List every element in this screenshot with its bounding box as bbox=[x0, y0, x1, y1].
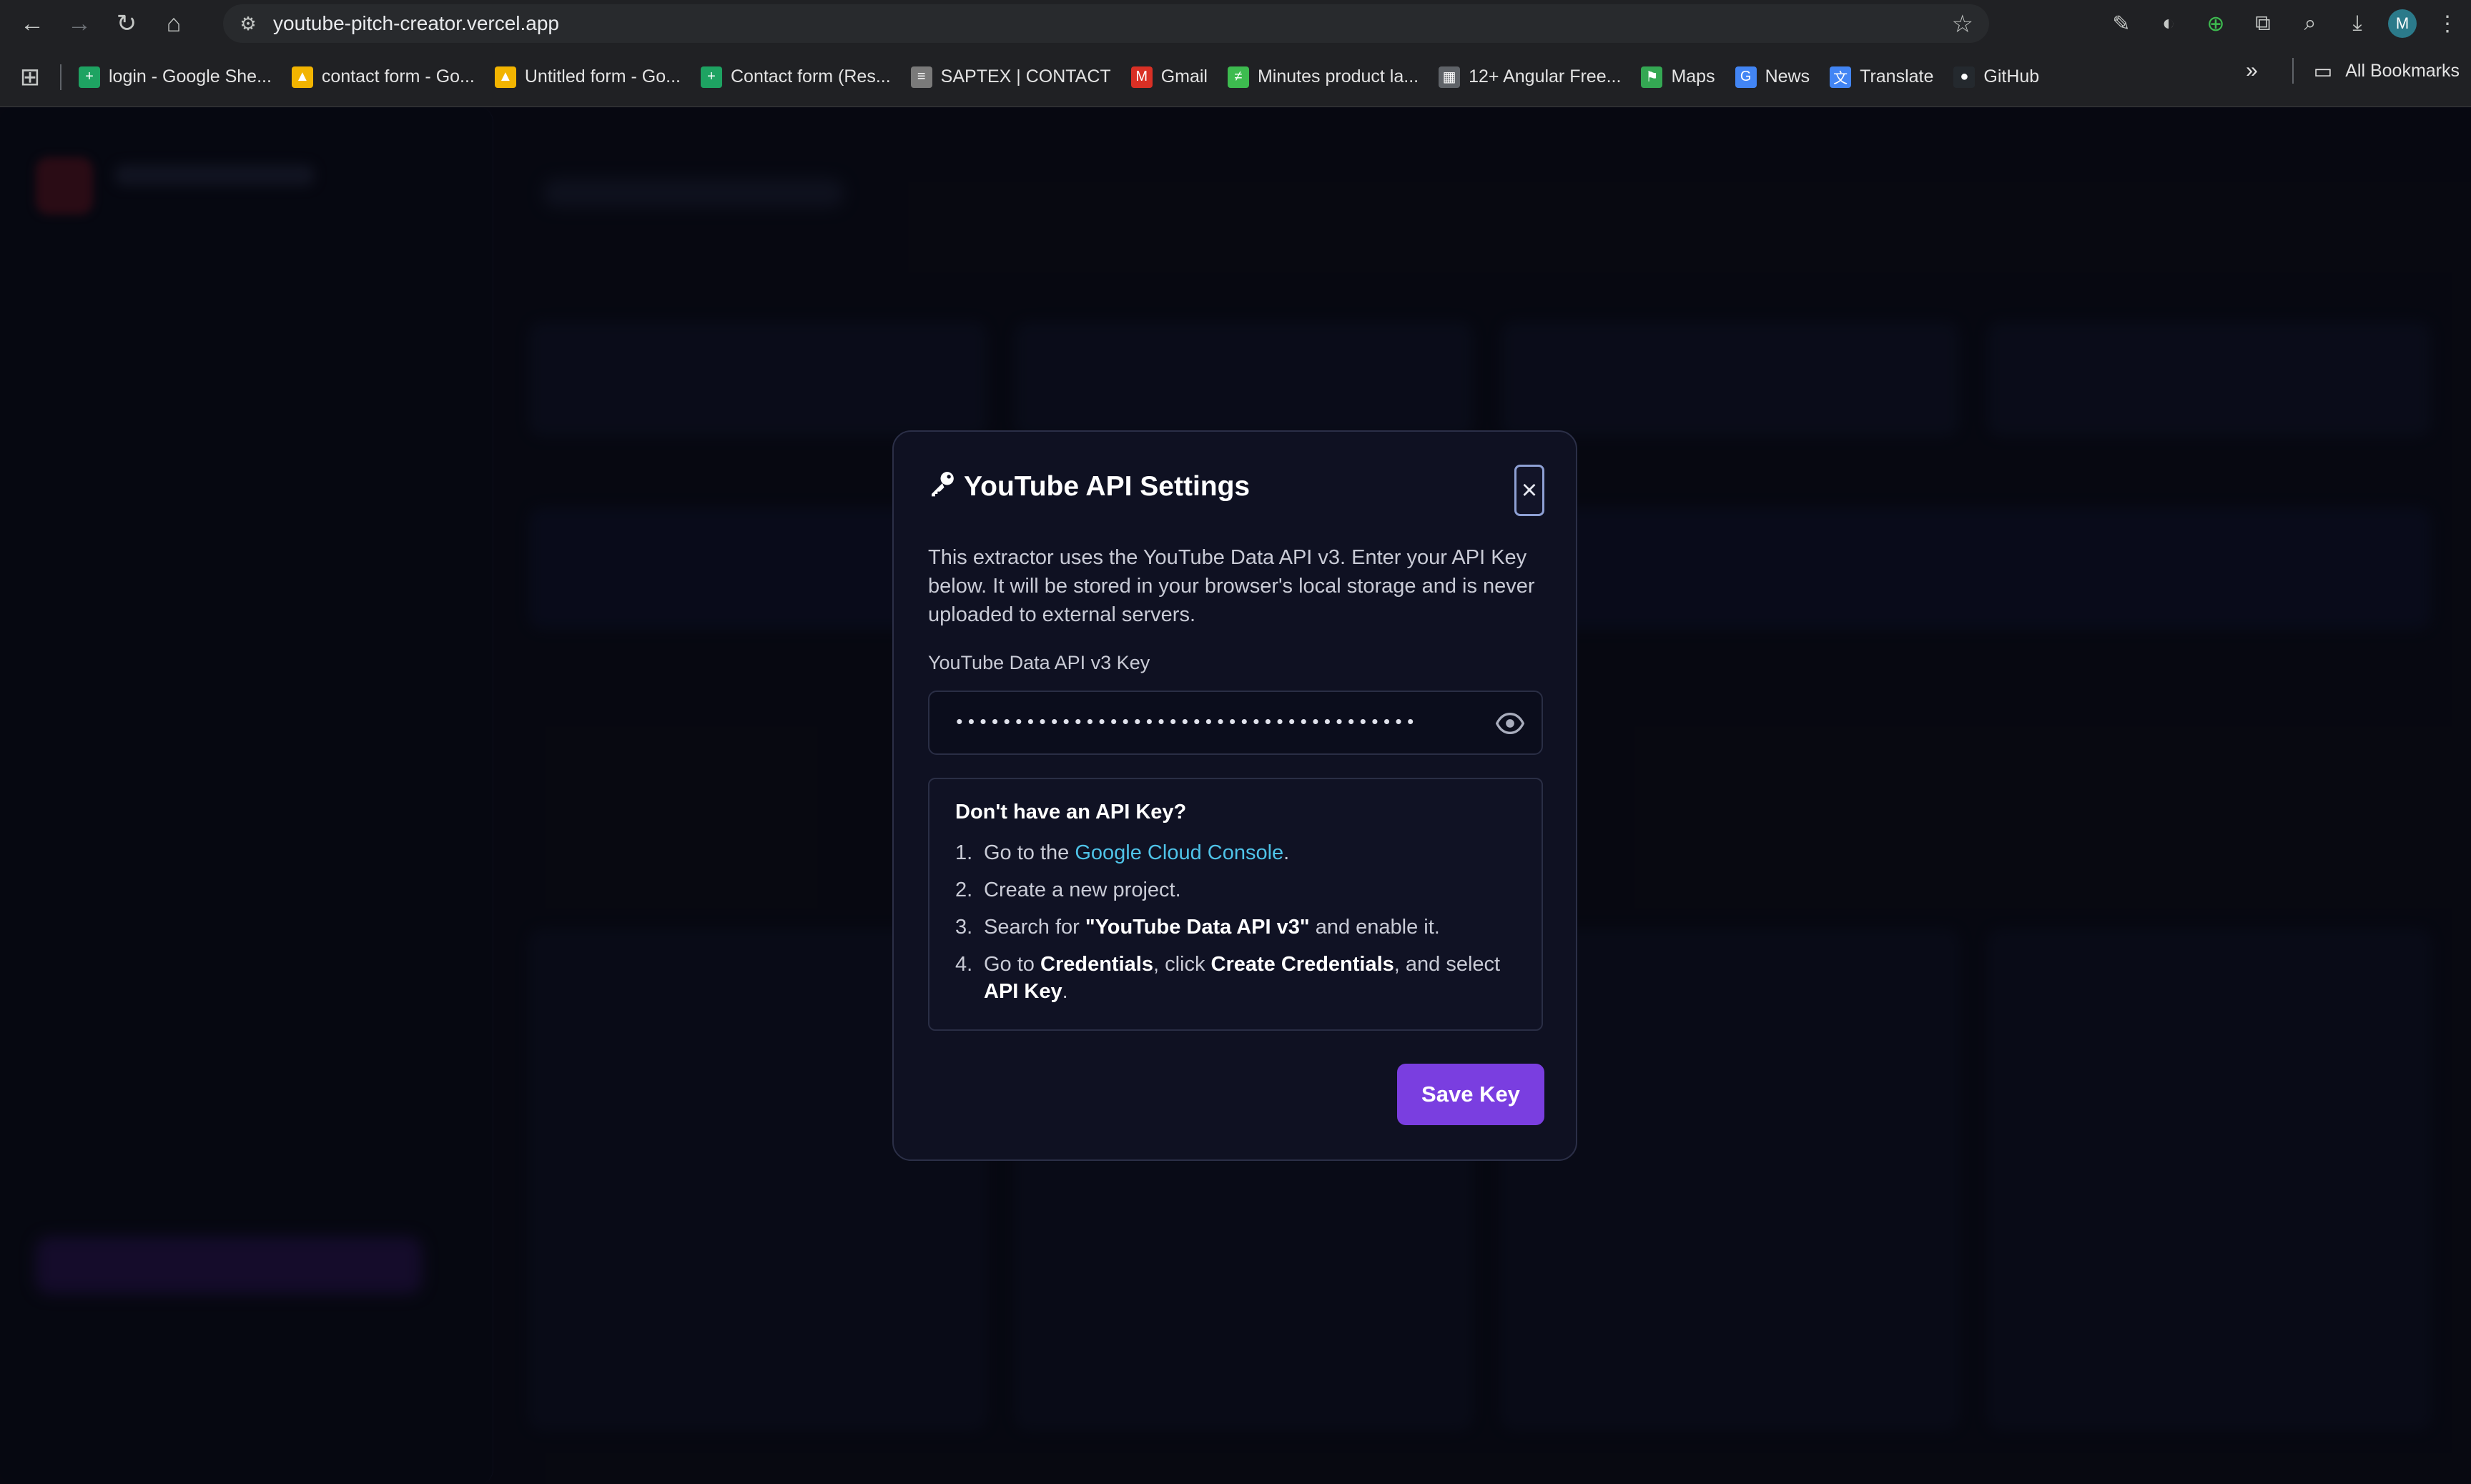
bookmark-item[interactable]: ▦ 12+ Angular Free... bbox=[1429, 58, 1631, 97]
address-bar[interactable]: ⚙ youtube-pitch-creator.vercel.app ☆ bbox=[223, 4, 1989, 43]
saptex-icon: ≡ bbox=[910, 66, 932, 88]
menu-kebab-icon[interactable]: ⋮ bbox=[2431, 7, 2464, 40]
bookmarks-divider-right bbox=[2292, 58, 2294, 84]
bookmark-item[interactable]: ⚑ Maps bbox=[1631, 58, 1725, 97]
api-key-input[interactable] bbox=[928, 691, 1543, 755]
reload-icon[interactable]: ↻ bbox=[103, 0, 150, 47]
modal-description: This extractor uses the YouTube Data API… bbox=[928, 546, 1535, 626]
github-icon: ● bbox=[1953, 66, 1976, 88]
template-icon: ▦ bbox=[1439, 66, 1461, 88]
site-settings-icon[interactable]: ⚙ bbox=[223, 4, 273, 43]
key-icon bbox=[928, 469, 957, 505]
help-step: 1. Go to the Google Cloud Console. bbox=[955, 841, 1290, 864]
bookmarks-bar: ⊞ + login - Google She... ▲ contact form - … bbox=[0, 47, 2471, 107]
profile-avatar[interactable]: M bbox=[2388, 9, 2417, 38]
browser-toolbar: ← → ↻ ⌂ ⚙ youtube-pitch-creator.vercel.a… bbox=[0, 0, 2471, 47]
bookmark-item[interactable]: + login - Google She... bbox=[69, 58, 282, 97]
bookmark-item[interactable]: M Gmail bbox=[1121, 58, 1218, 97]
back-icon[interactable]: ← bbox=[9, 0, 56, 47]
maps-icon: ⚑ bbox=[1641, 66, 1663, 88]
bookmark-item[interactable]: ≡ SAPTEX | CONTACT bbox=[901, 58, 1121, 97]
extensions-area: ✎ ◐ ⊕ ⧉ ⌕ ⤓ M ⋮ bbox=[2105, 0, 2464, 47]
home-icon[interactable]: ⌂ bbox=[150, 0, 197, 47]
google-cloud-console-link[interactable]: Google Cloud Console bbox=[1075, 841, 1283, 864]
bookmark-item[interactable]: ▲ contact form - Go... bbox=[282, 58, 485, 97]
sheets-icon: + bbox=[701, 66, 722, 88]
bookmark-label: contact form - Go... bbox=[321, 66, 475, 86]
bookmark-label: Contact form (Res... bbox=[731, 66, 891, 86]
bookmark-label: login - Google She... bbox=[109, 66, 272, 86]
api-key-label: YouTube Data API v3 Key bbox=[928, 652, 1150, 673]
help-step: 4. Go to Credentials, click Create Crede… bbox=[955, 953, 1501, 1003]
folder-icon[interactable]: ▭ bbox=[2314, 59, 2332, 83]
bookmark-item[interactable]: 文 Translate bbox=[1820, 58, 1943, 97]
help-title: Don't have an API Key? bbox=[955, 801, 1187, 823]
gmail-icon: M bbox=[1130, 66, 1153, 88]
circle-extension-icon[interactable]: ◐ bbox=[2152, 7, 2185, 40]
modal-title: YouTube API Settings bbox=[928, 469, 1250, 505]
toggle-visibility-eye-icon[interactable] bbox=[1496, 709, 1524, 738]
help-step: 3. Search for "YouTube Data API v3" and … bbox=[955, 916, 1440, 939]
bookmark-item[interactable]: ● GitHub bbox=[1943, 58, 2049, 97]
bookmark-star-icon[interactable]: ☆ bbox=[1952, 10, 1973, 39]
bookmark-label: GitHub bbox=[1983, 66, 2040, 86]
bookmark-item[interactable]: ▲ Untitled form - Go... bbox=[485, 58, 691, 97]
plus-extension-icon[interactable]: ⊕ bbox=[2199, 7, 2232, 40]
bookmark-label: Untitled form - Go... bbox=[524, 66, 681, 86]
bookmark-label: Translate bbox=[1860, 66, 1934, 86]
bookmarks-right: » ▭ All Bookmarks bbox=[2246, 58, 2460, 84]
sheets-icon: + bbox=[79, 66, 100, 88]
download-icon[interactable]: ⤓ bbox=[2341, 7, 2374, 40]
tab-search-icon[interactable]: ⌕ bbox=[2294, 7, 2327, 40]
modal-title-text: YouTube API Settings bbox=[964, 471, 1251, 502]
close-button[interactable]: × bbox=[1514, 465, 1544, 516]
help-box: Don't have an API Key? 1. Go to the Goog… bbox=[928, 778, 1543, 1031]
bookmarks-divider bbox=[60, 64, 61, 90]
save-key-button[interactable]: Save Key bbox=[1397, 1064, 1544, 1125]
bookmark-label: Maps bbox=[1671, 66, 1715, 86]
extensions-puzzle-icon[interactable]: ⧉ bbox=[2246, 7, 2279, 40]
forward-icon[interactable]: → bbox=[56, 0, 103, 47]
bookmark-item[interactable]: ≠ Minutes product la... bbox=[1218, 58, 1429, 97]
bookmark-list: + login - Google She... ▲ contact form - Go… bbox=[69, 58, 2049, 97]
bookmark-item[interactable]: G News bbox=[1725, 58, 1820, 97]
api-settings-modal: YouTube API Settings × This extractor us… bbox=[892, 430, 1577, 1161]
bookmark-label: News bbox=[1765, 66, 1810, 86]
apps-grid-icon[interactable]: ⊞ bbox=[14, 61, 46, 93]
help-step: 2. Create a new project. bbox=[955, 879, 1181, 901]
translate-icon: 文 bbox=[1830, 66, 1852, 88]
drive-icon: ▲ bbox=[291, 66, 313, 88]
url-text[interactable]: youtube-pitch-creator.vercel.app bbox=[273, 12, 559, 35]
all-bookmarks-link[interactable]: All Bookmarks bbox=[2345, 61, 2460, 81]
bookmark-item[interactable]: + Contact form (Res... bbox=[691, 58, 901, 97]
pen-extension-icon[interactable]: ✎ bbox=[2105, 7, 2138, 40]
drive-icon: ▲ bbox=[494, 66, 516, 88]
more-bookmarks-icon[interactable]: » bbox=[2246, 59, 2258, 83]
news-icon: G bbox=[1735, 66, 1757, 88]
bookmark-label: SAPTEX | CONTACT bbox=[940, 66, 1111, 86]
bookmark-label: Minutes product la... bbox=[1257, 66, 1419, 86]
bookmark-label: Gmail bbox=[1160, 66, 1208, 86]
bookmark-label: 12+ Angular Free... bbox=[1469, 66, 1622, 86]
minutes-icon: ≠ bbox=[1227, 66, 1249, 88]
help-steps: 1. Go to the Google Cloud Console. 2. Cr… bbox=[955, 839, 1520, 1015]
